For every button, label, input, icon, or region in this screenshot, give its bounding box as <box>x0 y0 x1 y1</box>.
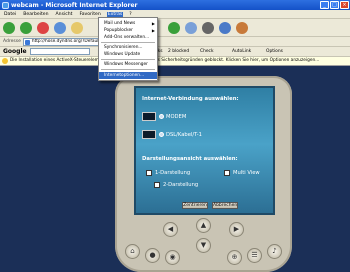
menu-extras[interactable]: Extras <box>106 11 124 17</box>
toolbar <box>0 19 350 37</box>
extras-menu: Mail und News ▶ Popupblocker ▶ Add-Ons ver… <box>98 17 158 81</box>
device-screen: Internet-Verbindung auswählen: MODEM DSL… <box>134 86 275 215</box>
view-2-icon <box>154 182 160 188</box>
multi-view-icon <box>224 170 230 176</box>
menu-bar: Datei Bearbeiten Ansicht Favoriten Extra… <box>0 10 350 19</box>
address-input[interactable]: http://hose.dyndns.org/?Defaul <box>22 37 103 46</box>
zoom-icon[interactable]: ⊕ <box>227 250 242 265</box>
down-arrow-icon[interactable]: ▼ <box>196 238 211 253</box>
close-button[interactable]: × <box>340 1 349 9</box>
print-icon[interactable] <box>202 22 214 34</box>
options-button[interactable]: Options <box>266 49 283 54</box>
up-arrow-icon[interactable]: ▲ <box>196 218 211 233</box>
left-arrow-icon[interactable]: ◀ <box>163 222 178 237</box>
audio-icon[interactable]: ♪ <box>267 244 282 259</box>
maximize-button[interactable]: □ <box>330 1 339 9</box>
menu-ansicht[interactable]: Ansicht <box>55 12 74 17</box>
view-multi[interactable]: Multi View <box>224 170 260 176</box>
cancel-button[interactable]: Abbrechen <box>212 202 238 209</box>
modem-icon <box>142 112 156 121</box>
device-controls: ◀ ▲ ▶ ▼ ⌂ ● ◉ ⊕ ☰ ♪ <box>115 216 292 272</box>
view-heading: Darstellungsansicht auswählen: <box>142 156 238 162</box>
google-search-input[interactable] <box>29 48 90 55</box>
menu-favoriten[interactable]: Favoriten <box>78 12 101 17</box>
page-content: Internet-Verbindung auswählen: MODEM DSL… <box>0 66 350 272</box>
dsl-icon <box>142 130 156 139</box>
view-1-label: 1-Darstellung <box>155 170 191 176</box>
menu-separator <box>101 59 155 60</box>
forward-icon[interactable] <box>20 22 32 34</box>
autolink-button[interactable]: AutoLink <box>232 49 251 54</box>
menu-bearbeiten[interactable]: Bearbeiten <box>22 12 49 17</box>
menu-item-addons[interactable]: Add-Ons verwalten... <box>99 34 157 41</box>
stop-icon[interactable] <box>37 22 49 34</box>
media-icon[interactable] <box>168 22 180 34</box>
view-1-icon <box>146 170 152 176</box>
address-bar: Adresse http://hose.dyndns.org/?Defaul <box>0 37 350 47</box>
menu-item-update[interactable]: Windows Update <box>99 51 157 58</box>
camera-icon[interactable]: ● <box>145 248 160 263</box>
multi-view-label: Multi View <box>233 170 260 176</box>
ie-icon <box>2 1 9 9</box>
messenger-icon[interactable] <box>236 22 248 34</box>
refresh-icon[interactable] <box>54 22 66 34</box>
menu-item-options[interactable]: Internetoptionen... <box>99 72 157 79</box>
dsl-label: DSL/Kabel/T-1 <box>166 131 202 138</box>
settings-icon[interactable]: ☰ <box>247 248 262 263</box>
record-icon[interactable]: ◉ <box>165 250 180 265</box>
modem-radio[interactable] <box>159 114 164 119</box>
mail-icon[interactable] <box>185 22 197 34</box>
menu-item-sync[interactable]: Synchronisieren... <box>99 44 157 51</box>
menu-separator <box>101 69 155 70</box>
edit-icon[interactable] <box>219 22 231 34</box>
right-arrow-icon[interactable]: ▶ <box>229 222 244 237</box>
title-bar: webcam - Microsoft Internet Explorer _ □… <box>0 0 350 10</box>
information-bar[interactable]: Die Installation eines ActiveX-Steuerele… <box>0 57 350 66</box>
menu-datei[interactable]: Datei <box>3 12 17 17</box>
view-2-label: 2-Darstellung <box>163 182 199 188</box>
back-icon[interactable] <box>3 22 15 34</box>
menu-help[interactable]: ? <box>128 12 132 17</box>
address-label: Adresse <box>3 39 21 44</box>
modem-label: MODEM <box>166 113 187 120</box>
webcam-device: Internet-Verbindung auswählen: MODEM DSL… <box>115 76 292 272</box>
window-title: webcam - Microsoft Internet Explorer <box>11 1 138 9</box>
dsl-option[interactable]: DSL/Kabel/T-1 <box>142 130 202 139</box>
google-toolbar: Google Bookmarks 2 blocked Check AutoLin… <box>0 47 350 57</box>
view-1[interactable]: 1-Darstellung <box>146 170 190 176</box>
home-button-icon[interactable]: ⌂ <box>125 244 140 259</box>
home-icon[interactable] <box>71 22 83 34</box>
center-button[interactable]: Zentrieren <box>182 202 208 209</box>
modem-option[interactable]: MODEM <box>142 112 186 121</box>
google-logo: Google <box>3 48 27 55</box>
view-2[interactable]: 2-Darstellung <box>154 182 198 188</box>
connection-heading: Internet-Verbindung auswählen: <box>142 96 239 102</box>
window-buttons: _ □ × <box>320 1 349 9</box>
dsl-radio[interactable] <box>159 132 164 137</box>
menu-item-messenger[interactable]: Windows Messenger <box>99 61 157 68</box>
popup-blocked-button[interactable]: 2 blocked <box>168 49 189 54</box>
check-button[interactable]: Check <box>200 49 214 54</box>
menu-item-popup[interactable]: Popupblocker ▶ <box>99 27 157 34</box>
menu-item-mail[interactable]: Mail und News ▶ <box>99 20 157 27</box>
menu-separator <box>101 42 155 43</box>
minimize-button[interactable]: _ <box>320 1 329 9</box>
